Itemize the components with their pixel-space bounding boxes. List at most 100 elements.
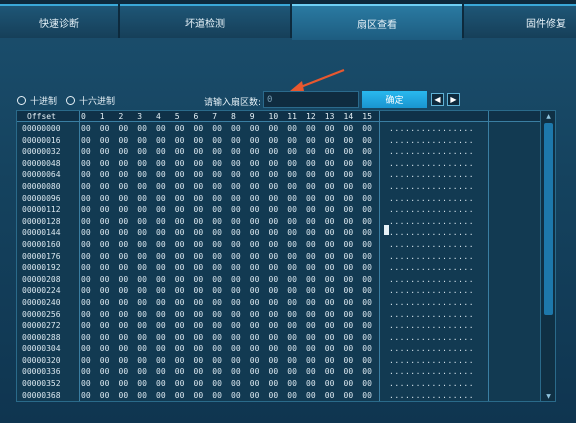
byte-cell[interactable]: 00 xyxy=(250,193,260,205)
byte-cell[interactable]: 00 xyxy=(119,320,129,332)
byte-cell[interactable]: 00 xyxy=(250,135,260,147)
byte-cell[interactable]: 00 xyxy=(175,262,185,274)
byte-cell[interactable]: 00 xyxy=(119,343,129,355)
byte-cell[interactable]: 00 xyxy=(100,227,110,239)
byte-cell[interactable]: 00 xyxy=(231,123,241,135)
byte-cell[interactable]: 00 xyxy=(81,320,91,332)
byte-cell[interactable]: 00 xyxy=(81,146,91,158)
byte-cell[interactable]: 00 xyxy=(287,285,297,297)
byte-cell[interactable]: 00 xyxy=(269,158,279,170)
byte-cell[interactable]: 00 xyxy=(250,181,260,193)
byte-cell[interactable]: 00 xyxy=(269,262,279,274)
byte-cell[interactable]: 00 xyxy=(212,390,222,401)
ascii-cell[interactable]: ................ xyxy=(389,216,474,228)
byte-cell[interactable]: 00 xyxy=(156,227,166,239)
byte-cell[interactable]: 00 xyxy=(81,343,91,355)
byte-cell[interactable]: 00 xyxy=(269,343,279,355)
radio-circle-icon[interactable] xyxy=(17,96,26,105)
byte-cell[interactable]: 00 xyxy=(194,355,204,367)
byte-cell[interactable]: 00 xyxy=(325,366,335,378)
byte-cell[interactable]: 00 xyxy=(306,169,316,181)
byte-cell[interactable]: 00 xyxy=(137,390,147,401)
byte-cell[interactable]: 00 xyxy=(194,343,204,355)
byte-cell[interactable]: 00 xyxy=(156,193,166,205)
byte-cell[interactable]: 00 xyxy=(344,285,354,297)
byte-cell[interactable]: 00 xyxy=(212,123,222,135)
byte-cell[interactable]: 00 xyxy=(175,378,185,390)
byte-cell[interactable]: 00 xyxy=(119,274,129,286)
byte-cell[interactable]: 00 xyxy=(175,309,185,321)
byte-cell[interactable]: 00 xyxy=(175,332,185,344)
byte-cell[interactable]: 00 xyxy=(100,193,110,205)
byte-cell[interactable]: 00 xyxy=(287,193,297,205)
byte-cell[interactable]: 00 xyxy=(194,146,204,158)
byte-cell[interactable]: 00 xyxy=(119,181,129,193)
byte-cell[interactable]: 00 xyxy=(100,285,110,297)
byte-cell[interactable]: 00 xyxy=(231,169,241,181)
byte-cell[interactable]: 00 xyxy=(119,193,129,205)
byte-cell[interactable]: 00 xyxy=(287,366,297,378)
byte-cell[interactable]: 00 xyxy=(212,204,222,216)
byte-cell[interactable]: 00 xyxy=(325,158,335,170)
byte-cell[interactable]: 00 xyxy=(137,343,147,355)
byte-cell[interactable]: 00 xyxy=(306,332,316,344)
byte-cell[interactable]: 00 xyxy=(250,158,260,170)
ascii-cell[interactable]: ................ xyxy=(389,297,474,309)
byte-cell[interactable]: 00 xyxy=(137,366,147,378)
byte-cell[interactable]: 00 xyxy=(156,378,166,390)
byte-cell[interactable]: 00 xyxy=(269,274,279,286)
ascii-cell[interactable]: ................ xyxy=(389,309,474,321)
byte-cell[interactable]: 00 xyxy=(231,227,241,239)
byte-cell[interactable]: 00 xyxy=(287,169,297,181)
ascii-cell[interactable]: ................ xyxy=(389,355,474,367)
byte-cell[interactable]: 00 xyxy=(194,169,204,181)
next-sector-button[interactable]: ▶ xyxy=(447,93,460,106)
byte-cell[interactable]: 00 xyxy=(156,366,166,378)
byte-cell[interactable]: 00 xyxy=(119,366,129,378)
byte-cell[interactable]: 00 xyxy=(212,343,222,355)
byte-cell[interactable]: 00 xyxy=(100,251,110,263)
byte-cell[interactable]: 00 xyxy=(250,123,260,135)
byte-cell[interactable]: 00 xyxy=(137,332,147,344)
byte-cell[interactable]: 00 xyxy=(269,181,279,193)
byte-cell[interactable]: 00 xyxy=(306,251,316,263)
ascii-cell[interactable]: ................ xyxy=(389,193,474,205)
byte-cell[interactable]: 00 xyxy=(119,297,129,309)
byte-cell[interactable]: 00 xyxy=(362,193,372,205)
byte-cell[interactable]: 00 xyxy=(306,390,316,401)
byte-cell[interactable]: 00 xyxy=(119,146,129,158)
byte-cell[interactable]: 00 xyxy=(100,181,110,193)
byte-cell[interactable]: 00 xyxy=(137,123,147,135)
byte-cell[interactable]: 00 xyxy=(344,262,354,274)
radio-hexadecimal[interactable]: 十六进制 xyxy=(66,94,115,107)
byte-cell[interactable]: 00 xyxy=(194,297,204,309)
byte-cell[interactable]: 00 xyxy=(325,227,335,239)
byte-cell[interactable]: 00 xyxy=(100,378,110,390)
byte-cell[interactable]: 00 xyxy=(362,181,372,193)
byte-cell[interactable]: 00 xyxy=(100,332,110,344)
ascii-cell[interactable]: ................ xyxy=(389,227,474,239)
byte-cell[interactable]: 00 xyxy=(231,378,241,390)
byte-cell[interactable]: 00 xyxy=(175,390,185,401)
byte-cell[interactable]: 00 xyxy=(156,204,166,216)
byte-cell[interactable]: 00 xyxy=(81,378,91,390)
byte-cell[interactable]: 00 xyxy=(344,193,354,205)
byte-cell[interactable]: 00 xyxy=(250,378,260,390)
byte-cell[interactable]: 00 xyxy=(344,343,354,355)
byte-cell[interactable]: 00 xyxy=(269,135,279,147)
byte-cell[interactable]: 00 xyxy=(250,285,260,297)
ascii-cell[interactable]: ................ xyxy=(389,169,474,181)
ascii-cell[interactable]: ................ xyxy=(389,274,474,286)
byte-cell[interactable]: 00 xyxy=(119,251,129,263)
scroll-up-icon[interactable]: ▲ xyxy=(541,111,555,121)
byte-cell[interactable]: 00 xyxy=(156,309,166,321)
ascii-cell[interactable]: ................ xyxy=(389,366,474,378)
byte-cell[interactable]: 00 xyxy=(344,332,354,344)
byte-cell[interactable]: 00 xyxy=(231,216,241,228)
byte-cell[interactable]: 00 xyxy=(137,227,147,239)
prev-sector-button[interactable]: ◀ xyxy=(431,93,444,106)
byte-cell[interactable]: 00 xyxy=(137,146,147,158)
byte-cell[interactable]: 00 xyxy=(81,390,91,401)
byte-cell[interactable]: 00 xyxy=(119,227,129,239)
byte-cell[interactable]: 00 xyxy=(137,355,147,367)
